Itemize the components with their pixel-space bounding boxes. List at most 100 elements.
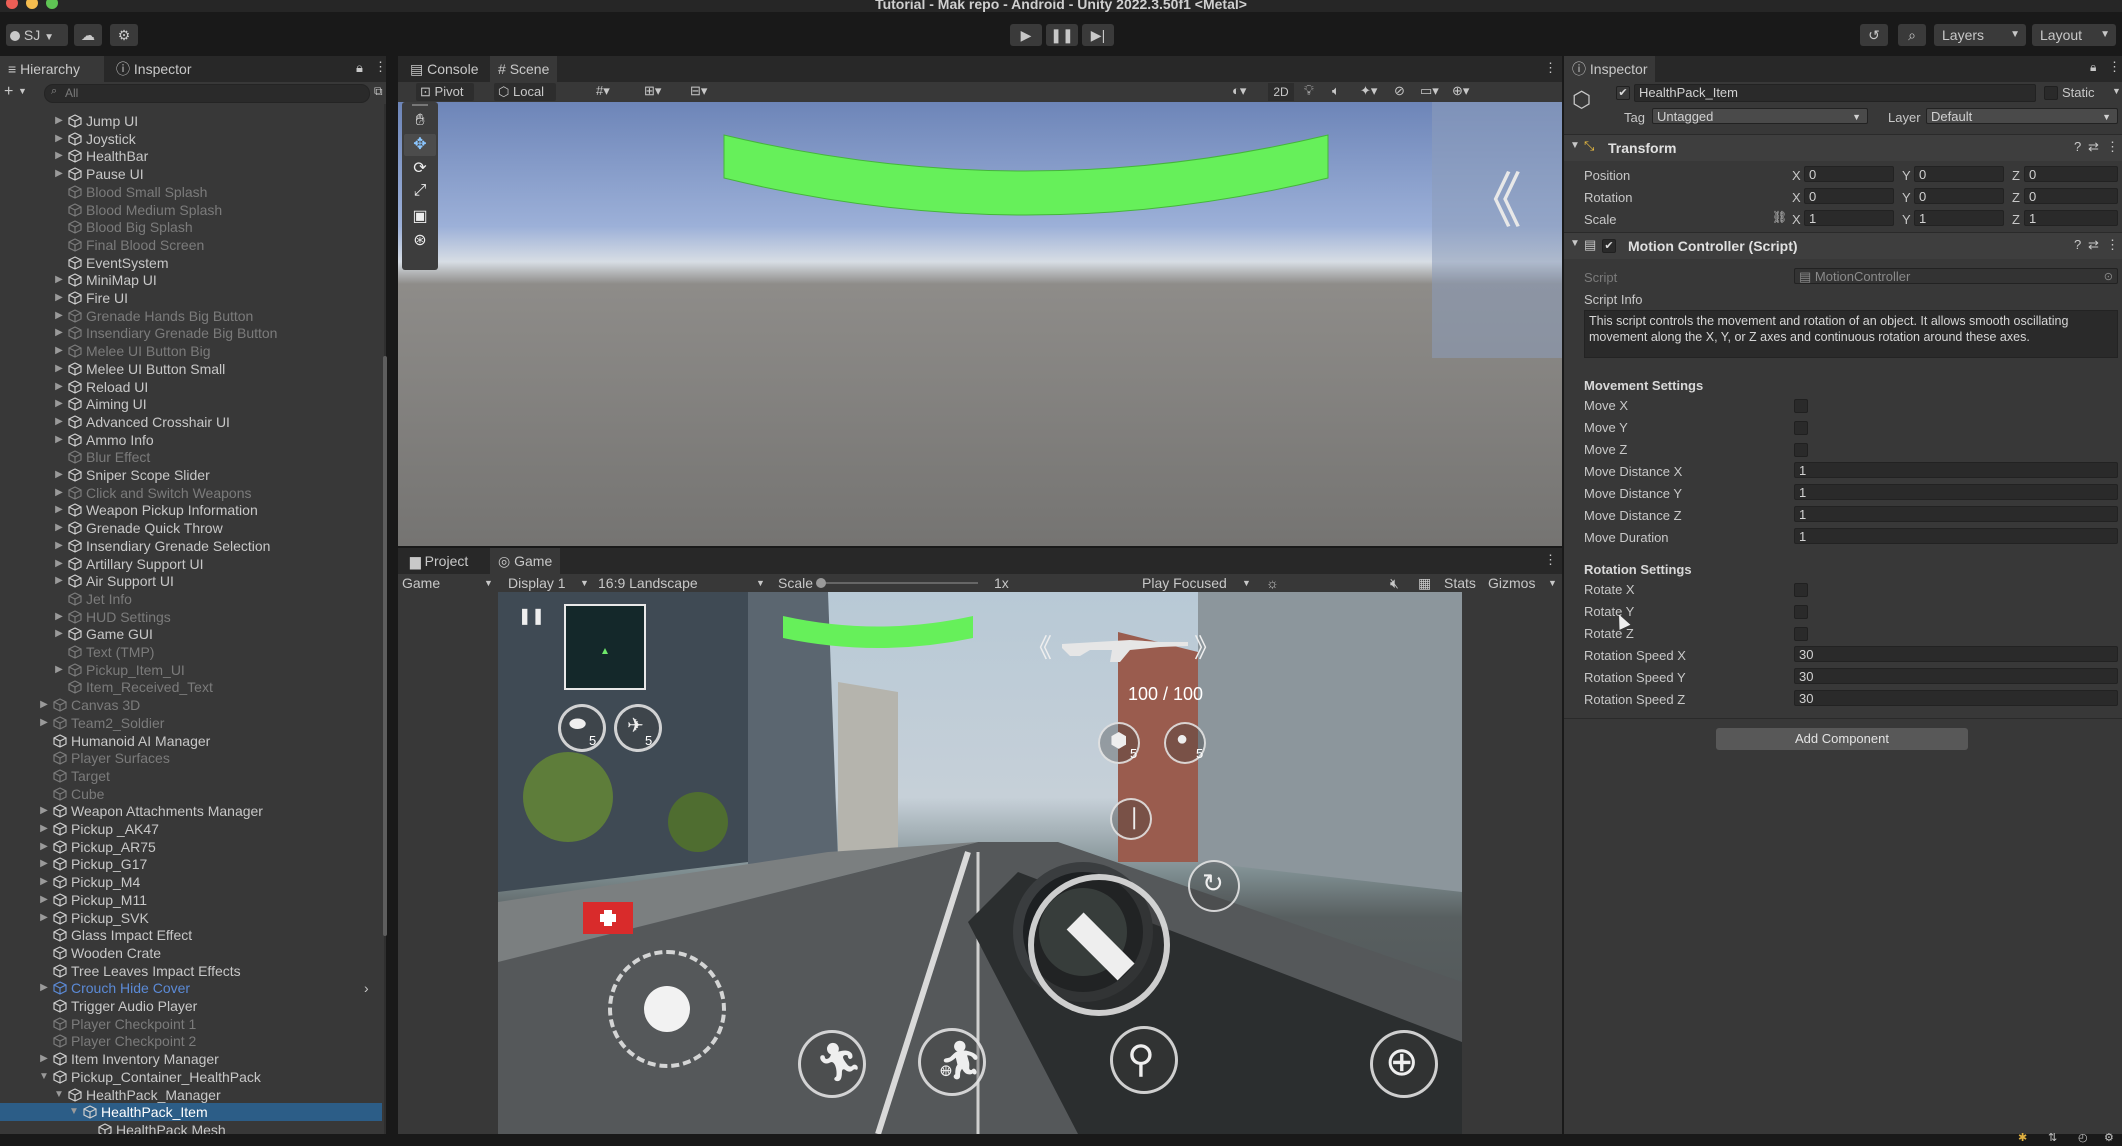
expand-right-icon[interactable]: ▶ bbox=[54, 555, 64, 573]
tree-item[interactable]: Item_Received_Text bbox=[0, 678, 382, 696]
expand-right-icon[interactable]: ▶ bbox=[54, 395, 64, 413]
fire-button[interactable]: ❚ bbox=[1028, 874, 1170, 1016]
tree-item[interactable]: ▶ HUD Settings bbox=[0, 608, 382, 626]
smoke-grenade-button[interactable]: ⬢ 5 bbox=[1098, 722, 1140, 764]
position-x-axis-label[interactable]: X bbox=[1792, 168, 1801, 184]
static-checkbox[interactable] bbox=[2044, 86, 2058, 100]
tab-hierarchy[interactable]: ≡ Hierarchy bbox=[0, 56, 104, 82]
tree-item[interactable]: ▶ Team2_Soldier bbox=[0, 714, 382, 732]
scale-x-axis-label[interactable]: X bbox=[1792, 212, 1801, 228]
movement-joystick[interactable] bbox=[608, 950, 726, 1068]
local-dropdown[interactable]: ⬡ Local ▼ bbox=[494, 83, 556, 116]
tree-item[interactable]: ▶ Crouch Hide Cover › bbox=[0, 979, 382, 997]
scene-visibility-icon[interactable]: ⧉ bbox=[374, 84, 383, 99]
expand-right-icon[interactable]: ▶ bbox=[54, 484, 64, 502]
expand-right-icon[interactable]: ▶ bbox=[39, 891, 49, 909]
tree-item[interactable]: ▶ Pickup_M4 bbox=[0, 873, 382, 891]
tree-item[interactable]: ▶ MiniMap UI bbox=[0, 271, 382, 289]
frag-grenade-button[interactable]: ● 5 bbox=[1164, 722, 1206, 764]
expand-right-icon[interactable]: ▶ bbox=[54, 165, 64, 183]
move-distance-z-input[interactable]: 1 bbox=[1794, 506, 2118, 522]
scale-z-axis-label[interactable]: Z bbox=[2012, 212, 2020, 228]
aspect-dropdown[interactable]: 16:9 Landscape ▼ bbox=[598, 574, 766, 592]
lighting-icon[interactable]: 💡︎ bbox=[1304, 82, 1314, 99]
tab-console[interactable]: ▤ Console bbox=[402, 56, 487, 82]
draw-mode-icon[interactable]: ◐▾ bbox=[1232, 83, 1246, 99]
tree-item[interactable]: Blood Small Splash bbox=[0, 183, 382, 201]
tree-item[interactable]: Wooden Crate bbox=[0, 944, 382, 962]
help-icon[interactable]: ? bbox=[2074, 237, 2081, 252]
expand-right-icon[interactable]: ▶ bbox=[54, 147, 64, 165]
tree-item[interactable]: ▶ Pickup _AK47 bbox=[0, 820, 382, 838]
layer-dropdown[interactable]: Default ▼ bbox=[1926, 108, 2118, 124]
transform-header[interactable]: ▼ ⤡ Transform ? ⇄ ⋮ bbox=[1564, 134, 2122, 161]
debug-icon[interactable]: ⚙ bbox=[2104, 1131, 2114, 1144]
add-component-button[interactable]: Add Component bbox=[1716, 728, 1968, 750]
expand-down-icon[interactable]: ▼ bbox=[54, 1086, 64, 1104]
rect-tool-icon[interactable]: ▣ bbox=[402, 206, 438, 226]
pause-hud-button[interactable]: ❚❚ bbox=[518, 606, 545, 626]
sprint-button[interactable]: 🏃︎ bbox=[798, 1030, 866, 1098]
rotation-x-axis-label[interactable]: X bbox=[1792, 190, 1801, 206]
tree-item[interactable]: Blood Medium Splash bbox=[0, 201, 382, 219]
move-duration-input[interactable]: 1 bbox=[1794, 528, 2118, 544]
hidden-objects-icon[interactable]: ⊘ bbox=[1394, 83, 1405, 99]
pause-button[interactable]: ❚❚ bbox=[1046, 24, 1078, 46]
warning-icon[interactable]: ✱ bbox=[2018, 1131, 2027, 1144]
tree-item[interactable]: ▶ Pickup_G17 bbox=[0, 855, 382, 873]
tree-item[interactable]: HealthPack Mesh bbox=[0, 1121, 382, 1134]
pivot-dropdown[interactable]: ⊡ Pivot ▼ bbox=[416, 83, 474, 116]
expand-right-icon[interactable]: ▶ bbox=[54, 431, 64, 449]
tree-item[interactable]: ▶ Aiming UI bbox=[0, 395, 382, 413]
layout-dropdown[interactable]: Layout ▼ bbox=[2032, 24, 2116, 46]
tree-item[interactable]: ▶ Item Inventory Manager bbox=[0, 1050, 382, 1068]
collab-settings-button[interactable]: ⚙ bbox=[110, 24, 138, 46]
active-checkbox[interactable]: ✔ bbox=[1616, 86, 1630, 100]
tree-item[interactable]: ▶ Reload UI bbox=[0, 378, 382, 396]
move-z-checkbox[interactable] bbox=[1794, 443, 1808, 457]
tree-item[interactable]: ▶ Sniper Scope Slider bbox=[0, 466, 382, 484]
grenade-button[interactable]: ⬬ 5 bbox=[558, 704, 606, 752]
game-view-dropdown[interactable]: Game ▼ bbox=[402, 574, 494, 592]
tree-item[interactable]: ▶ Insendiary Grenade Selection bbox=[0, 537, 382, 555]
joystick-thumb[interactable] bbox=[644, 986, 690, 1032]
expand-right-icon[interactable]: ▶ bbox=[39, 873, 49, 891]
preset-icon[interactable]: ⇄ bbox=[2088, 139, 2099, 155]
tree-item[interactable]: Cube bbox=[0, 785, 382, 803]
kebab-menu-icon[interactable]: ⋮ bbox=[2108, 59, 2121, 75]
move-distance-x-input[interactable]: 1 bbox=[1794, 462, 2118, 478]
tree-item[interactable]: ▶ Advanced Crosshair UI bbox=[0, 413, 382, 431]
tree-item[interactable]: Player Checkpoint 1 bbox=[0, 1015, 382, 1033]
expand-right-icon[interactable]: ▶ bbox=[54, 661, 64, 679]
hierarchy-scrollbar[interactable] bbox=[383, 356, 387, 936]
layers-dropdown[interactable]: Layers ▼ bbox=[1934, 24, 2026, 46]
mute-audio-icon[interactable]: 🔇︎ bbox=[1390, 574, 1399, 592]
play-button[interactable]: ▶ bbox=[1010, 24, 1042, 46]
rotate-z-checkbox[interactable] bbox=[1794, 627, 1808, 641]
move-x-checkbox[interactable] bbox=[1794, 399, 1808, 413]
melee-button[interactable]: ❘ bbox=[1110, 798, 1152, 840]
scene-viewport[interactable]: 《 ✋︎ ✥ ⟳ ⤢ ▣ ⊛ bbox=[398, 102, 1562, 546]
game-viewport[interactable]: ❚❚ ⬬ 5 ✈ 5 《 》 100 / 100 ⬢ 5 ● 5 ❘ ↻ ❚ ⊕… bbox=[498, 592, 1462, 1134]
next-weapon-icon[interactable]: 》 bbox=[1194, 628, 1220, 665]
tree-item[interactable]: Blur Effect bbox=[0, 448, 382, 466]
tree-item[interactable]: ▶ Melee UI Button Big bbox=[0, 342, 382, 360]
airstrike-button[interactable]: ✈ 5 bbox=[614, 704, 662, 752]
tree-item[interactable]: EventSystem bbox=[0, 254, 382, 272]
stats-button[interactable]: Stats bbox=[1444, 574, 1476, 592]
expand-right-icon[interactable]: ▶ bbox=[39, 696, 49, 714]
gizmos-icon[interactable]: ⊕▾ bbox=[1452, 83, 1469, 99]
tree-item[interactable]: ▼ Pickup_Container_HealthPack bbox=[0, 1068, 382, 1086]
expand-right-icon[interactable]: ▶ bbox=[54, 625, 64, 643]
tree-item[interactable]: ▶ Ammo Info bbox=[0, 431, 382, 449]
progress-icon[interactable]: ◴ bbox=[2078, 1131, 2088, 1144]
tree-item[interactable]: ▶ Pause UI bbox=[0, 165, 382, 183]
expand-down-icon[interactable]: ▼ bbox=[69, 1103, 79, 1121]
expand-right-icon[interactable]: ▶ bbox=[54, 271, 64, 289]
lock-icon[interactable]: 🔒︎ bbox=[356, 60, 363, 76]
effects-icon[interactable]: ✦▾ bbox=[1360, 83, 1377, 99]
kebab-menu-icon[interactable]: ⋮ bbox=[374, 59, 387, 75]
display-dropdown[interactable]: Display 1 ▼ bbox=[508, 574, 589, 592]
rotation-speed-y-input[interactable]: 30 bbox=[1794, 668, 2118, 684]
tree-item[interactable]: Humanoid AI Manager bbox=[0, 732, 382, 750]
